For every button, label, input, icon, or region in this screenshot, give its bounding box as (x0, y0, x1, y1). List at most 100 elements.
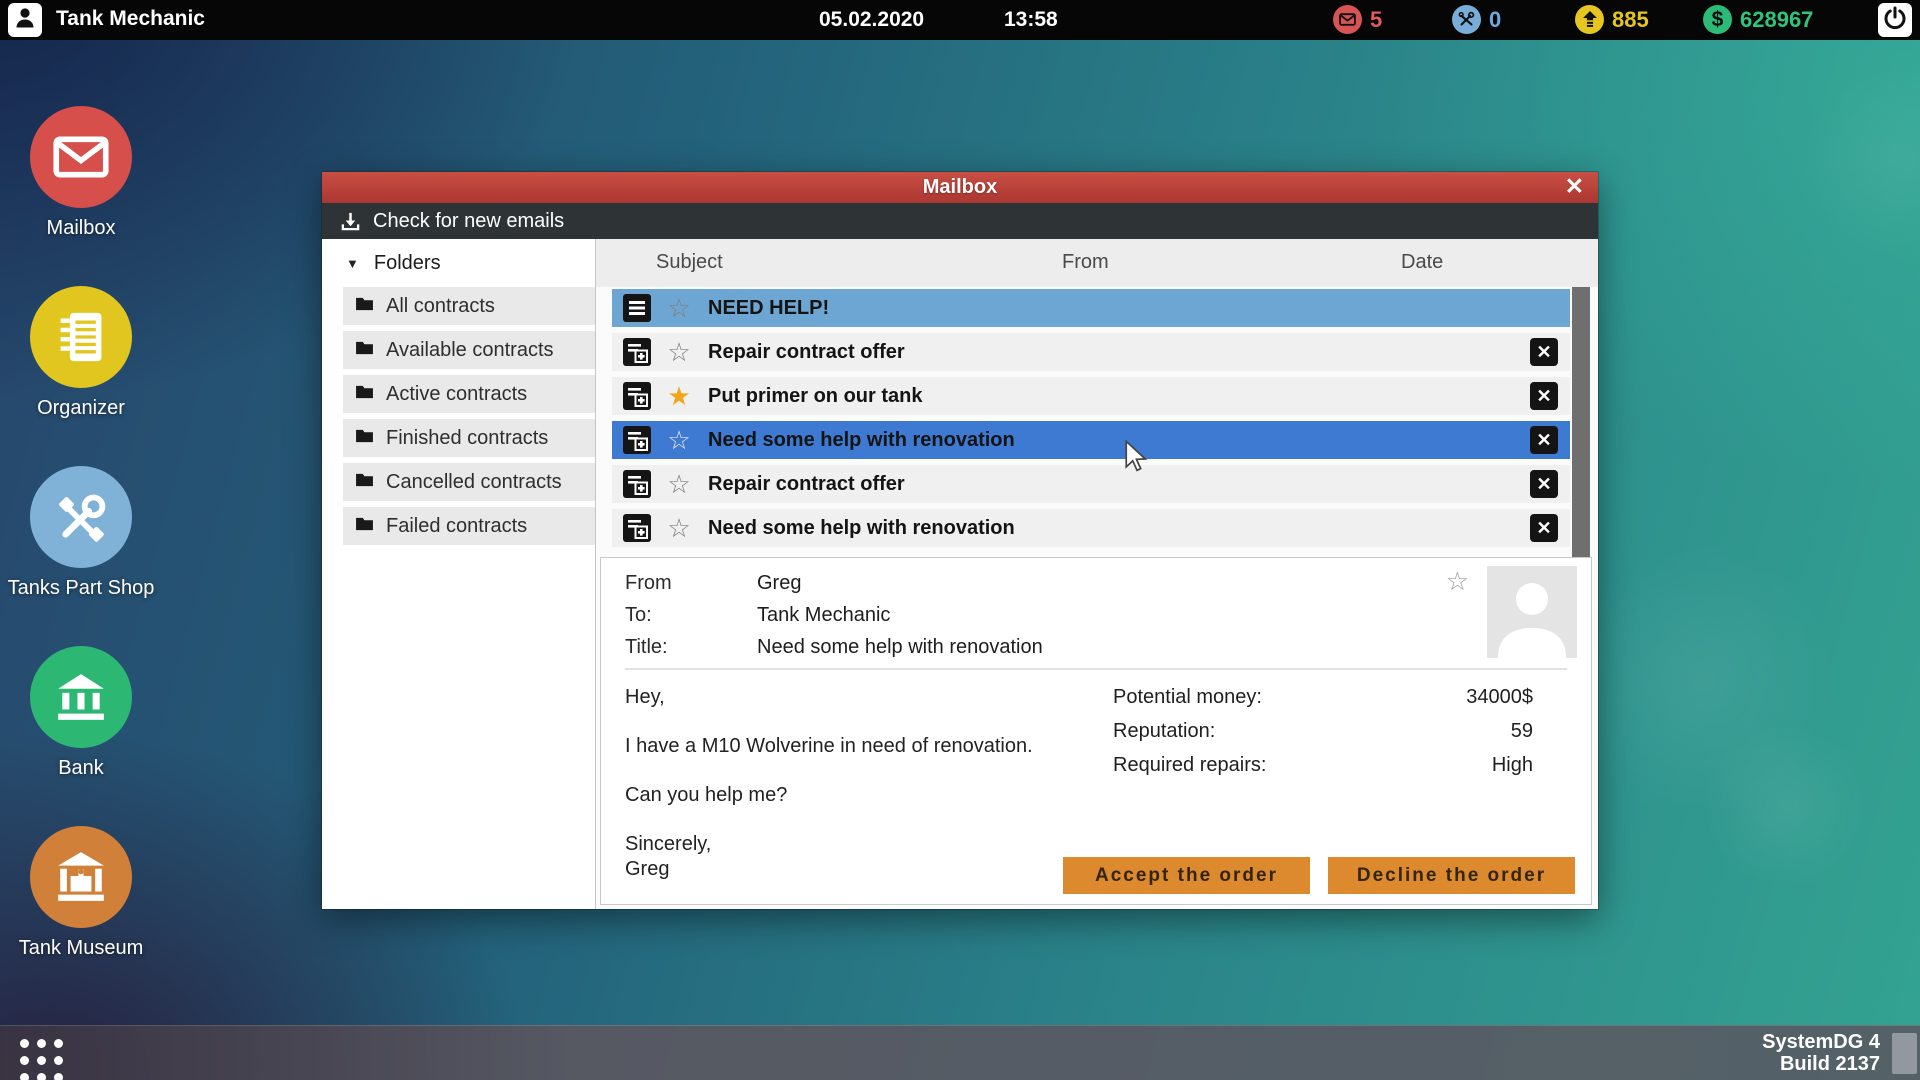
mail-count: 5 (1370, 6, 1383, 32)
power-button[interactable] (1878, 3, 1912, 37)
delete-email-button[interactable]: ✕ (1530, 382, 1558, 410)
taskbar: SystemDG 4 Build 2137 (0, 1025, 1920, 1080)
app-launcher-button[interactable] (20, 1039, 63, 1080)
email-row[interactable]: ☆ Repair contract offer ✕ (612, 333, 1570, 371)
close-icon[interactable]: ✕ (1565, 173, 1584, 200)
coins-badge: 885 (1575, 5, 1649, 34)
title-label: Title: (625, 636, 668, 658)
email-row-selected[interactable]: ☆ Need some help with renovation ✕ (612, 421, 1570, 459)
star-icon-filled[interactable]: ★ (662, 379, 696, 413)
desktop-icon-tanks-part-shop[interactable]: Tanks Part Shop (1, 466, 161, 600)
desktop-icon-label: Bank (58, 757, 104, 779)
stat-value: 34000$ (1466, 686, 1533, 708)
folders-sidebar: ▼ Folders All contracts Available contra… (322, 239, 596, 909)
email-row[interactable]: ★ Put primer on our tank ✕ (612, 377, 1570, 415)
sender-avatar (1487, 566, 1577, 658)
mail-list-area: Subject From Date ☆ NEED HELP! ☆ Repair … (596, 239, 1598, 909)
email-body: Hey, I have a M10 Wolverine in need of r… (625, 686, 1033, 880)
date-display: 05.02.2020 (819, 8, 925, 31)
email-contract-icon (622, 337, 652, 367)
folder-item-active-contracts[interactable]: Active contracts (343, 375, 595, 413)
delete-email-button[interactable]: ✕ (1530, 338, 1558, 366)
repairs-count-badge: 0 (1452, 5, 1501, 34)
user-icon (13, 6, 37, 35)
folders-header[interactable]: ▼ Folders (322, 239, 595, 287)
stat-value: 59 (1510, 720, 1533, 742)
bokeh-circle (1560, 540, 1840, 820)
from-value: Greg (757, 572, 802, 594)
desktop: Tank Mechanic 05.02.2020 13:58 5 0 885 $… (0, 0, 1920, 1080)
desktop-icon-mailbox[interactable]: Mailbox (1, 106, 161, 240)
email-row[interactable]: ☆ Repair contract offer ✕ (612, 465, 1570, 503)
window-titlebar[interactable]: Mailbox ✕ (322, 172, 1598, 203)
dollar-icon: $ (1703, 5, 1732, 34)
folder-item-failed-contracts[interactable]: Failed contracts (343, 507, 595, 545)
delete-email-button[interactable]: ✕ (1530, 470, 1558, 498)
email-rows: ☆ NEED HELP! ☆ Repair contract offer ✕ ★… (612, 289, 1570, 553)
from-label: From (625, 572, 672, 594)
system-name: SystemDG 4 (1762, 1031, 1880, 1053)
delete-email-button[interactable]: ✕ (1530, 514, 1558, 542)
window-title: Mailbox (922, 176, 998, 198)
caret-down-icon: ▼ (346, 255, 359, 271)
mail-icon (1333, 5, 1362, 34)
email-detail-panel: From Greg To: Tank Mechanic Title: Need som… (600, 557, 1592, 905)
money-badge: $ 628967 (1703, 5, 1813, 34)
taskbar-edge-button[interactable] (1892, 1033, 1917, 1074)
museum-icon (30, 826, 132, 928)
desktop-icon-label: Tanks Part Shop (7, 577, 155, 599)
desktop-icon-label: Mailbox (46, 217, 116, 239)
folder-item-available-contracts[interactable]: Available contracts (343, 331, 595, 369)
stat-label: Reputation: (1113, 720, 1216, 742)
desktop-icon-tank-museum[interactable]: Tank Museum (1, 826, 161, 960)
delete-email-button[interactable]: ✕ (1530, 426, 1558, 454)
power-icon (1883, 6, 1907, 35)
column-date: Date (1401, 251, 1444, 273)
organizer-icon (30, 286, 132, 388)
mailbox-window: Mailbox ✕ Check for new emails ▼ Folders… (322, 172, 1598, 909)
star-icon[interactable]: ☆ (662, 467, 696, 501)
email-contract-icon (622, 469, 652, 499)
column-from: From (1062, 251, 1109, 273)
bokeh-circle (1800, 60, 1920, 260)
time-display: 13:58 (1004, 8, 1058, 31)
stat-value: High (1491, 754, 1533, 776)
folder-item-cancelled-contracts[interactable]: Cancelled contracts (343, 463, 595, 501)
accept-order-button[interactable]: Accept the order (1063, 857, 1310, 894)
email-contract-icon (622, 513, 652, 543)
check-for-new-emails-button[interactable]: Check for new emails (373, 210, 564, 233)
window-body: ▼ Folders All contracts Available contra… (322, 239, 1598, 909)
folder-item-all-contracts[interactable]: All contracts (343, 287, 595, 325)
mail-count-badge: 5 (1333, 5, 1382, 34)
money-count: 628967 (1740, 6, 1814, 32)
tools-icon (30, 466, 132, 568)
star-icon[interactable]: ☆ (662, 423, 696, 457)
folder-item-finished-contracts[interactable]: Finished contracts (343, 419, 595, 457)
repairs-count: 0 (1489, 6, 1502, 32)
wrench-icon (1452, 5, 1481, 34)
email-row[interactable]: ☆ Need some help with renovation ✕ (612, 509, 1570, 547)
favorite-star-icon[interactable]: ☆ (1446, 566, 1469, 597)
title-value: Need some help with renovation (757, 636, 1043, 658)
star-icon[interactable]: ☆ (662, 335, 696, 369)
coins-count: 885 (1612, 6, 1649, 32)
contract-stats: Potential money: 34000$ Reputation: 59 Req… (1113, 686, 1533, 883)
email-read-icon (622, 293, 652, 323)
app-title: Tank Mechanic (56, 7, 205, 30)
decline-order-button[interactable]: Decline the order (1328, 857, 1575, 894)
rank-up-icon (1575, 5, 1604, 34)
bokeh-circle (1700, 720, 1870, 890)
stat-label: Required repairs: (1113, 754, 1267, 776)
user-profile-button[interactable] (8, 3, 42, 37)
email-row[interactable]: ☆ NEED HELP! (612, 289, 1570, 327)
stat-label: Potential money: (1113, 686, 1262, 708)
folder-icon (355, 340, 374, 360)
desktop-icon-label: Organizer (37, 397, 125, 419)
folder-icon (355, 384, 374, 404)
desktop-icon-organizer[interactable]: Organizer (1, 286, 161, 420)
list-header: Subject From Date (596, 239, 1598, 287)
desktop-icon-bank[interactable]: Bank (1, 646, 161, 780)
star-icon[interactable]: ☆ (662, 291, 696, 325)
star-icon[interactable]: ☆ (662, 511, 696, 545)
folder-icon (355, 296, 374, 316)
